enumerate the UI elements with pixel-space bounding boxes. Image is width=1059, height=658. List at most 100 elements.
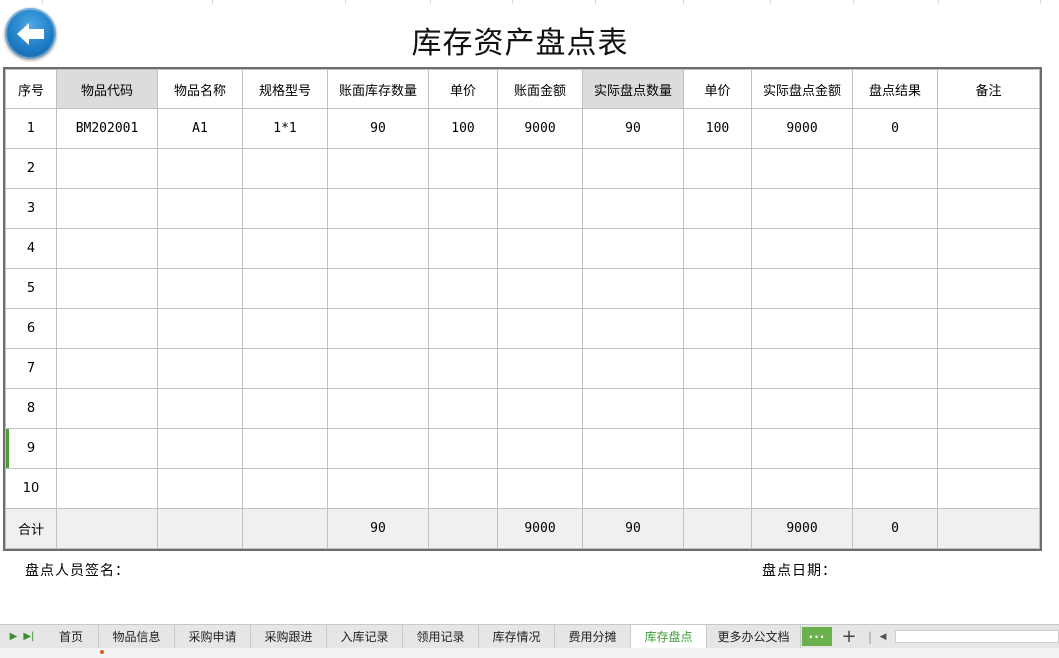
table-cell[interactable] <box>852 348 938 389</box>
sheet-tab[interactable]: 采购跟进 <box>251 625 327 648</box>
sheet-tab[interactable]: 库存情况 <box>479 625 555 648</box>
table-cell[interactable] <box>56 468 158 509</box>
table-cell[interactable] <box>937 428 1040 469</box>
table-cell[interactable] <box>157 348 243 389</box>
table-cell[interactable]: BM202001 <box>56 108 158 149</box>
table-cell[interactable] <box>751 228 853 269</box>
table-cell[interactable] <box>428 468 498 509</box>
table-cell[interactable] <box>751 468 853 509</box>
table-cell[interactable] <box>242 308 328 349</box>
sheet-tab[interactable]: 更多办公文档 <box>707 625 801 648</box>
table-cell[interactable] <box>582 388 684 429</box>
table-cell[interactable] <box>497 308 583 349</box>
table-cell[interactable] <box>852 148 938 189</box>
table-cell[interactable] <box>428 428 498 469</box>
table-cell[interactable] <box>327 148 429 189</box>
table-cell[interactable] <box>582 268 684 309</box>
table-cell[interactable] <box>56 308 158 349</box>
total-cell[interactable]: 90 <box>327 508 429 549</box>
table-cell[interactable] <box>157 308 243 349</box>
sheet-tab[interactable]: 物品信息 <box>99 625 175 648</box>
scroll-left-icon[interactable]: ◀ <box>875 625 891 648</box>
table-cell[interactable] <box>852 308 938 349</box>
table-cell[interactable] <box>327 268 429 309</box>
table-cell[interactable] <box>683 148 752 189</box>
sheet-tab[interactable]: 首页 <box>44 625 99 648</box>
table-cell[interactable] <box>751 148 853 189</box>
table-cell[interactable] <box>582 308 684 349</box>
table-cell[interactable] <box>242 148 328 189</box>
table-cell[interactable] <box>937 388 1040 429</box>
table-cell[interactable] <box>751 308 853 349</box>
row-number-cell[interactable]: 7 <box>5 348 57 389</box>
table-cell[interactable] <box>852 388 938 429</box>
row-number-cell[interactable]: 9 <box>5 428 57 469</box>
table-cell[interactable] <box>157 188 243 229</box>
table-cell[interactable] <box>242 268 328 309</box>
table-cell[interactable] <box>327 228 429 269</box>
table-cell[interactable] <box>56 148 158 189</box>
header-cell[interactable]: 物品名称 <box>157 69 243 109</box>
header-cell[interactable]: 账面金额 <box>497 69 583 109</box>
total-cell[interactable] <box>56 508 158 549</box>
table-cell[interactable] <box>937 108 1040 149</box>
table-cell[interactable] <box>157 228 243 269</box>
table-cell[interactable] <box>582 228 684 269</box>
table-cell[interactable] <box>751 348 853 389</box>
table-cell[interactable] <box>497 468 583 509</box>
table-cell[interactable] <box>327 388 429 429</box>
table-cell[interactable] <box>327 348 429 389</box>
table-cell[interactable] <box>937 308 1040 349</box>
table-cell[interactable] <box>937 468 1040 509</box>
table-cell[interactable] <box>242 428 328 469</box>
row-number-cell[interactable]: 8 <box>5 388 57 429</box>
total-cell[interactable] <box>157 508 243 549</box>
table-cell[interactable]: 100 <box>683 108 752 149</box>
table-cell[interactable] <box>428 268 498 309</box>
table-cell[interactable] <box>683 468 752 509</box>
total-cell[interactable]: 9000 <box>751 508 853 549</box>
table-cell[interactable] <box>157 148 243 189</box>
add-sheet-button[interactable]: + <box>833 625 865 648</box>
table-cell[interactable] <box>937 148 1040 189</box>
table-cell[interactable] <box>428 228 498 269</box>
table-cell[interactable] <box>428 188 498 229</box>
table-cell[interactable]: 90 <box>582 108 684 149</box>
total-cell[interactable] <box>683 508 752 549</box>
header-cell[interactable]: 实际盘点数量 <box>582 69 684 109</box>
table-cell[interactable] <box>428 148 498 189</box>
next-sheet-icon[interactable]: ▶ <box>10 631 18 642</box>
table-cell[interactable] <box>157 388 243 429</box>
table-cell[interactable] <box>56 348 158 389</box>
table-cell[interactable] <box>56 428 158 469</box>
table-cell[interactable] <box>242 188 328 229</box>
table-cell[interactable]: 100 <box>428 108 498 149</box>
header-cell[interactable]: 单价 <box>428 69 498 109</box>
table-cell[interactable]: 9000 <box>751 108 853 149</box>
table-cell[interactable] <box>937 188 1040 229</box>
table-cell[interactable] <box>242 228 328 269</box>
header-cell[interactable]: 物品代码 <box>56 69 158 109</box>
table-cell[interactable] <box>56 268 158 309</box>
header-cell[interactable]: 账面库存数量 <box>327 69 429 109</box>
table-cell[interactable] <box>242 348 328 389</box>
table-cell[interactable] <box>937 348 1040 389</box>
table-cell[interactable] <box>582 428 684 469</box>
table-cell[interactable] <box>937 228 1040 269</box>
table-cell[interactable] <box>497 268 583 309</box>
header-cell[interactable]: 盘点结果 <box>852 69 938 109</box>
table-cell[interactable]: 90 <box>327 108 429 149</box>
table-cell[interactable] <box>751 388 853 429</box>
table-cell[interactable] <box>157 468 243 509</box>
header-cell[interactable]: 规格型号 <box>242 69 328 109</box>
sheet-nav-arrows[interactable]: ▶ ▶| <box>0 625 44 648</box>
table-cell[interactable] <box>497 388 583 429</box>
table-cell[interactable]: 9000 <box>497 108 583 149</box>
last-sheet-icon[interactable]: ▶| <box>23 631 34 642</box>
table-cell[interactable] <box>852 428 938 469</box>
table-cell[interactable] <box>751 428 853 469</box>
table-cell[interactable] <box>582 348 684 389</box>
table-cell[interactable] <box>327 468 429 509</box>
table-cell[interactable] <box>242 388 328 429</box>
sheet-tab[interactable]: 采购申请 <box>175 625 251 648</box>
